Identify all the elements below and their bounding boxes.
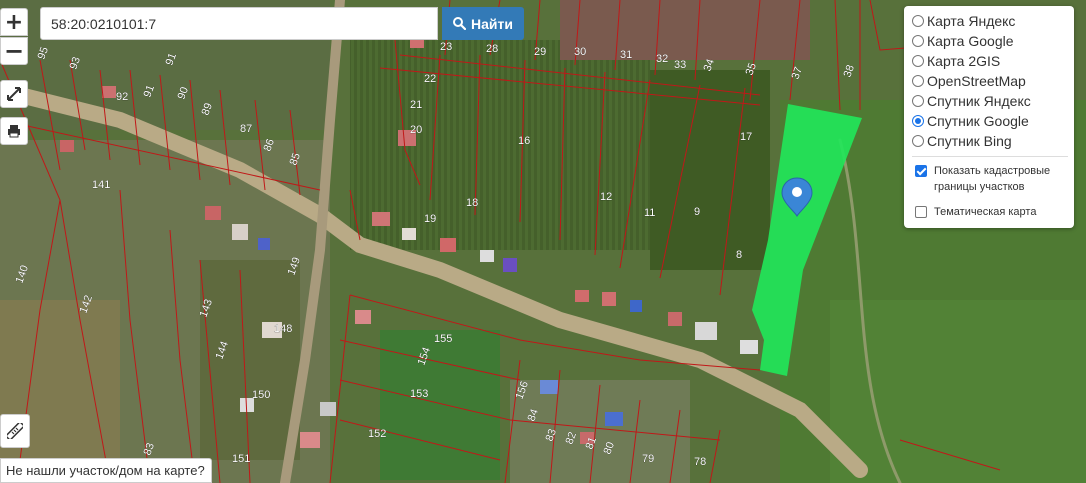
ruler-button[interactable]: [0, 414, 30, 448]
search-icon: [453, 17, 467, 30]
layer-option-label: Спутник Bing: [927, 133, 1012, 149]
layer-option-label: Карта 2GIS: [927, 53, 1001, 69]
parcel-number-label: 79: [642, 453, 654, 465]
parcel-number-label: 78: [694, 456, 706, 468]
printer-icon: [8, 125, 20, 138]
search-button-label: Найти: [471, 15, 513, 32]
thematic-map-label: Тематическая карта: [934, 206, 1037, 218]
parcel-number-label: 12: [600, 191, 612, 203]
parcel-number-label: 150: [252, 389, 270, 401]
parcel-number-label: 153: [410, 388, 428, 400]
layer-option[interactable]: Спутник Bing: [912, 131, 1068, 151]
layer-option[interactable]: OpenStreetMap: [912, 71, 1068, 91]
zoom-out-button[interactable]: −: [0, 37, 28, 65]
radio-button[interactable]: [912, 55, 924, 67]
zoom-in-button[interactable]: +: [0, 8, 28, 36]
layer-option[interactable]: Карта Google: [912, 31, 1068, 51]
search-button[interactable]: Найти: [442, 7, 524, 40]
layer-switcher-panel: Карта Яндекс Карта Google Карта 2GIS OpenSt…: [904, 6, 1074, 228]
radio-button[interactable]: [912, 135, 924, 147]
parcel-number-label: 8: [736, 249, 742, 261]
parcel-number-label: 23: [440, 41, 452, 53]
parcel-number-label: 87: [240, 123, 252, 135]
checkbox-box[interactable]: [915, 206, 927, 218]
fullscreen-button[interactable]: [0, 80, 28, 108]
parcel-number-label: 151: [232, 453, 250, 465]
parcel-number-label: 18: [466, 197, 478, 209]
parcel-number-label: 28: [486, 43, 498, 55]
show-cadastral-label: Показать кадастровые границы участков: [934, 165, 1051, 193]
parcel-number-label: 148: [274, 323, 292, 335]
parcel-number-label: 30: [574, 46, 586, 58]
print-button[interactable]: [0, 117, 28, 145]
parcel-number-label: 17: [740, 131, 752, 143]
layer-option[interactable]: Спутник Google: [912, 111, 1068, 131]
parcel-number-label: 29: [534, 46, 546, 58]
parcel-number-label: 31: [620, 49, 632, 61]
parcel-number-label: 19: [424, 213, 436, 225]
layer-list: Карта Яндекс Карта Google Карта 2GIS OpenSt…: [912, 11, 1068, 151]
parcel-number-label: 33: [674, 59, 686, 71]
radio-button[interactable]: [912, 15, 924, 27]
radio-button[interactable]: [912, 35, 924, 47]
radio-button[interactable]: [912, 115, 924, 127]
parcel-number-label: 9: [694, 206, 700, 218]
thematic-map-checkbox[interactable]: Тематическая карта: [912, 204, 1068, 220]
parcel-number-label: 141: [92, 179, 110, 191]
layer-option-label: Карта Яндекс: [927, 13, 1016, 29]
parcel-number-label: 155: [434, 333, 452, 345]
layer-option-label: Спутник Яндекс: [927, 93, 1031, 109]
layer-option-label: Спутник Google: [927, 113, 1029, 129]
divider: [912, 156, 1068, 157]
radio-button[interactable]: [912, 75, 924, 87]
layer-option-label: Карта Google: [927, 33, 1014, 49]
expand-icon: [7, 87, 21, 101]
parcel-number-label: 152: [368, 428, 386, 440]
parcel-number-label: 11: [644, 207, 655, 219]
checkbox-box[interactable]: [915, 165, 927, 177]
layer-option[interactable]: Карта 2GIS: [912, 51, 1068, 71]
layer-option[interactable]: Карта Яндекс: [912, 11, 1068, 31]
show-cadastral-checkbox[interactable]: Показать кадастровые границы участков: [912, 163, 1068, 195]
parcel-number-label: 20: [410, 124, 422, 136]
parcel-number-label: 22: [424, 73, 436, 85]
layer-option-label: OpenStreetMap: [927, 73, 1026, 89]
radio-button[interactable]: [912, 95, 924, 107]
parcel-number-label: 16: [518, 135, 530, 147]
ruler-icon: [7, 423, 23, 439]
parcel-number-label: 92: [116, 91, 128, 103]
search-input[interactable]: [40, 7, 438, 40]
not-found-link[interactable]: Не нашли участок/дом на карте?: [0, 458, 212, 483]
layer-option[interactable]: Спутник Яндекс: [912, 91, 1068, 111]
parcel-number-label: 21: [410, 99, 422, 111]
parcel-number-label: 32: [656, 53, 668, 65]
